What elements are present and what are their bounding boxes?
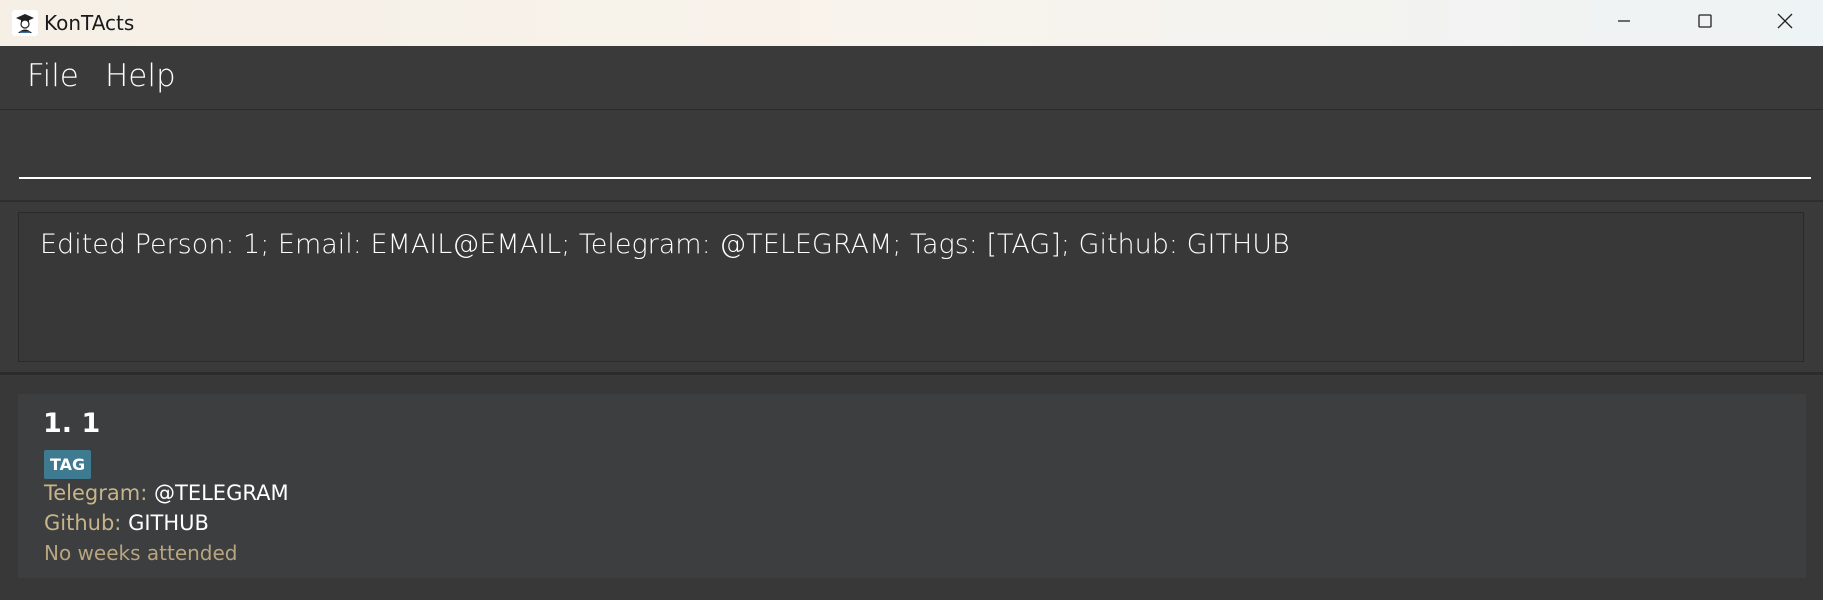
github-label: Github: — [44, 511, 122, 535]
github-value: GITHUB — [128, 511, 209, 535]
title-bar[interactable]: KonTActs — [0, 0, 1823, 46]
attendance-status: No weeks attended — [44, 541, 238, 565]
minimize-button[interactable] — [1584, 0, 1664, 46]
app-logo-icon — [12, 10, 38, 36]
command-box — [0, 110, 1823, 202]
result-display-area: Edited Person: 1; Email: EMAIL@EMAIL; Te… — [0, 202, 1823, 375]
telegram-field: Telegram: @TELEGRAM — [44, 481, 289, 505]
telegram-value: @TELEGRAM — [154, 481, 289, 505]
telegram-label: Telegram: — [44, 481, 148, 505]
command-input[interactable] — [19, 130, 1811, 179]
close-icon — [1776, 12, 1794, 35]
maximize-icon — [1697, 13, 1713, 34]
person-tag: TAG — [44, 450, 92, 479]
person-list[interactable]: 1. 1 TAG Telegram: @TELEGRAM Github: GIT… — [0, 376, 1823, 600]
window-title: KonTActs — [44, 11, 135, 35]
person-card[interactable]: 1. 1 TAG Telegram: @TELEGRAM Github: GIT… — [18, 394, 1806, 578]
person-heading: 1. 1 — [43, 408, 101, 439]
app-window: KonTActs File Help Edited Person: 1; Ema… — [0, 0, 1823, 600]
menu-bar: File Help — [0, 46, 1823, 110]
close-button[interactable] — [1745, 0, 1823, 46]
minimize-icon — [1616, 13, 1632, 34]
result-message: Edited Person: 1; Email: EMAIL@EMAIL; Te… — [40, 229, 1290, 260]
github-field: Github: GITHUB — [44, 511, 209, 535]
menu-file[interactable]: File — [27, 58, 79, 94]
maximize-button[interactable] — [1665, 0, 1745, 46]
result-display[interactable]: Edited Person: 1; Email: EMAIL@EMAIL; Te… — [18, 212, 1804, 362]
menu-help[interactable]: Help — [105, 58, 176, 94]
